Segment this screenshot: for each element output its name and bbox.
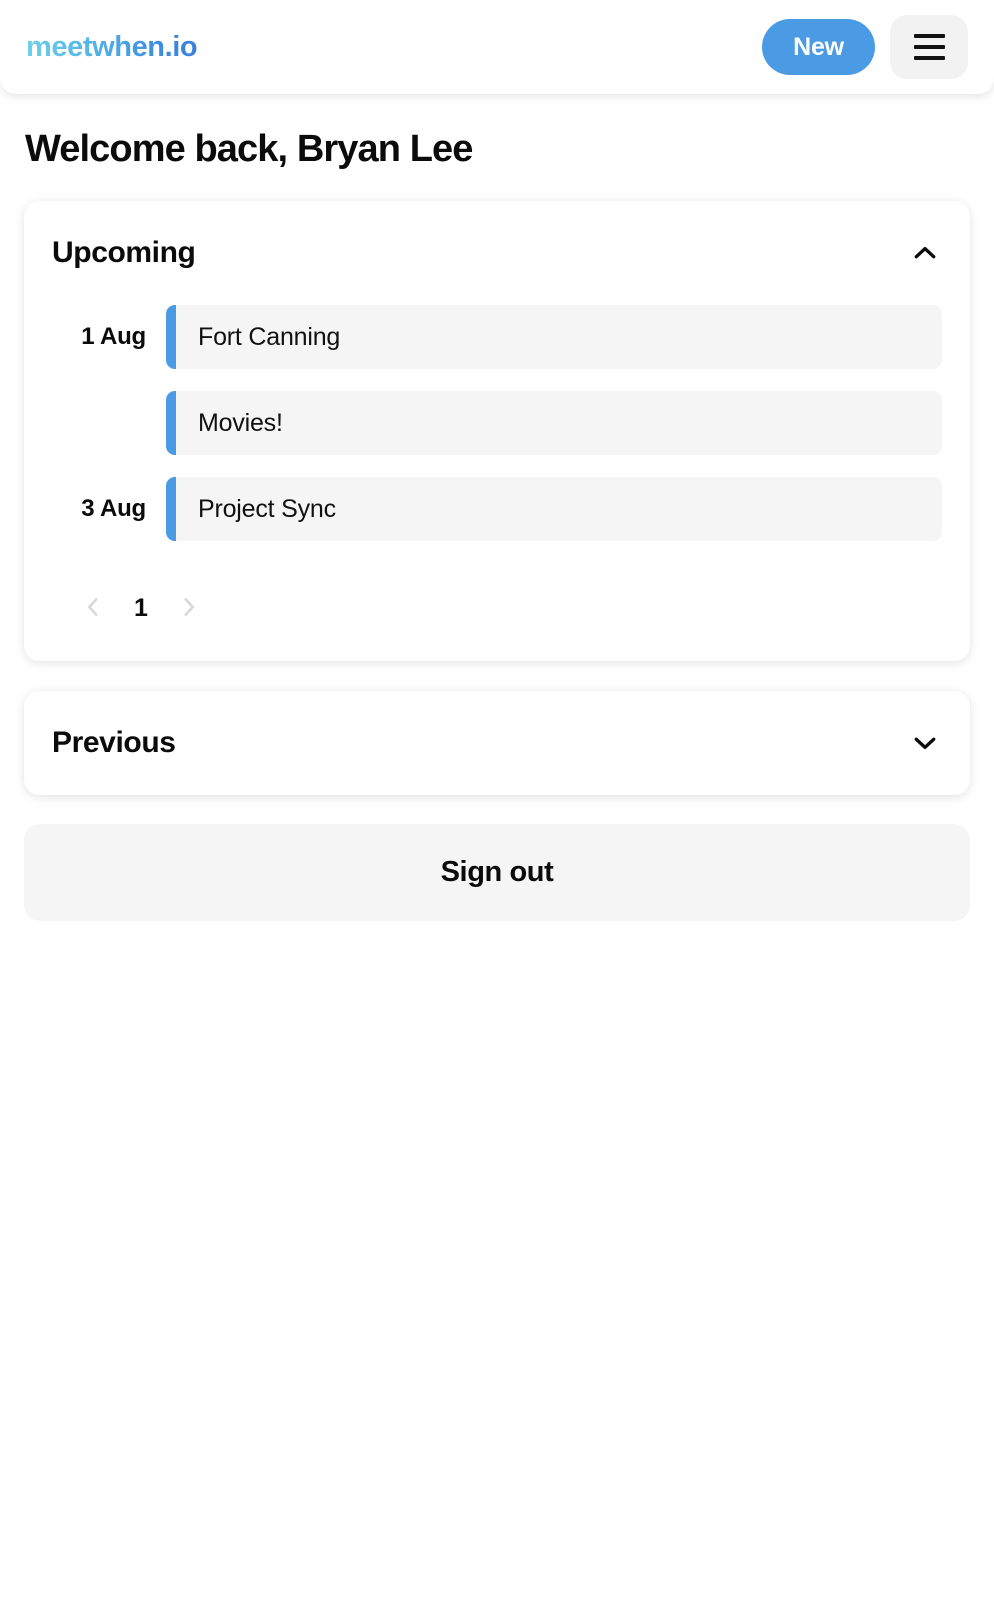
pagination-prev-button[interactable] bbox=[70, 585, 116, 631]
chevron-up-icon[interactable] bbox=[908, 236, 942, 270]
hamburger-menu-button[interactable] bbox=[890, 15, 968, 79]
previous-card-header[interactable]: Previous bbox=[52, 691, 942, 795]
list-item: 3 Aug Project Sync bbox=[52, 477, 942, 541]
event-item[interactable]: Project Sync bbox=[166, 477, 942, 541]
header-actions: New bbox=[762, 15, 968, 79]
event-item[interactable]: Fort Canning bbox=[166, 305, 942, 369]
upcoming-card: Upcoming 1 Aug Fort Canning Movies! 3 Au… bbox=[24, 201, 970, 661]
event-date bbox=[52, 391, 166, 455]
sign-out-button[interactable]: Sign out bbox=[24, 824, 970, 921]
upcoming-title: Upcoming bbox=[52, 236, 196, 269]
bottom-spacer bbox=[24, 921, 970, 961]
event-date: 1 Aug bbox=[81, 323, 146, 350]
upcoming-event-list: 1 Aug Fort Canning Movies! 3 Aug Project… bbox=[52, 305, 942, 569]
app-root: meetwhen.io New Welcome back, Bryan Lee … bbox=[0, 0, 994, 1622]
page-title: Welcome back, Bryan Lee bbox=[25, 128, 473, 170]
hamburger-menu-icon bbox=[913, 34, 945, 38]
new-button[interactable]: New bbox=[762, 19, 875, 75]
pagination-next-button[interactable] bbox=[166, 585, 212, 631]
list-item: Movies! bbox=[52, 391, 942, 455]
chevron-down-icon[interactable] bbox=[908, 726, 942, 760]
upcoming-card-header[interactable]: Upcoming bbox=[52, 201, 942, 305]
pagination-current-page: 1 bbox=[134, 593, 148, 622]
event-date: 3 Aug bbox=[81, 495, 146, 522]
list-item: 1 Aug Fort Canning bbox=[52, 305, 942, 369]
previous-card: Previous bbox=[24, 691, 970, 795]
previous-title: Previous bbox=[52, 726, 176, 759]
chevron-left-icon bbox=[80, 594, 106, 623]
app-logo[interactable]: meetwhen.io bbox=[26, 31, 198, 64]
hamburger-menu-icon-bar bbox=[913, 56, 945, 60]
event-item[interactable]: Movies! bbox=[166, 391, 942, 455]
chevron-right-icon bbox=[176, 594, 202, 623]
app-header: meetwhen.io New bbox=[0, 0, 994, 94]
upcoming-pagination: 1 bbox=[52, 569, 942, 661]
hamburger-menu-icon-bar bbox=[913, 45, 945, 49]
main-content: Welcome back, Bryan Lee Upcoming 1 Aug F… bbox=[0, 128, 994, 961]
